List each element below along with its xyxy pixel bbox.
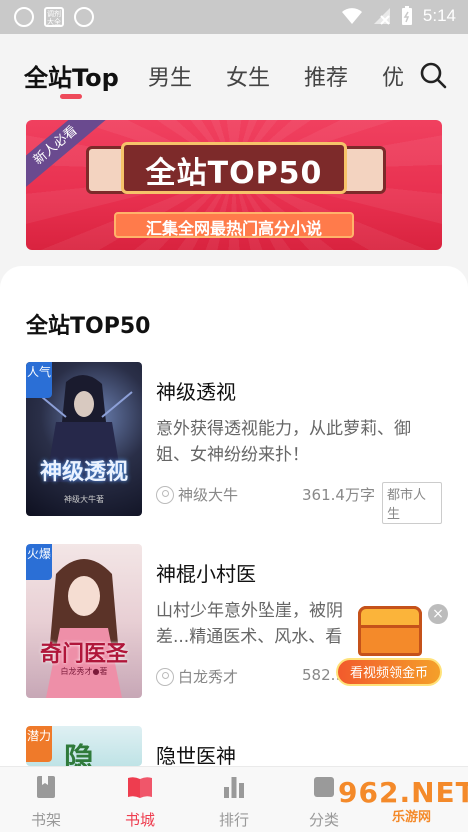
tab-more[interactable]: 优 [382,60,404,92]
bookstore-icon [128,777,152,798]
app-badge-icon: 调剂大全 [44,7,64,27]
book-title[interactable]: 神棍小村医 [156,558,256,587]
author-name: 神级大牛 [178,486,239,504]
close-ad-button[interactable]: × [428,604,448,624]
tab-female[interactable]: 女生 [226,60,270,92]
book-cover[interactable]: 神级透视 神级大牛著 人气 [26,362,142,516]
active-tab-indicator [60,94,82,99]
nav-bookstore[interactable]: 书城 [110,773,170,830]
app-notification-icon [14,7,34,27]
book-cover[interactable]: 奇门医圣 白龙秀才●著 火爆 [26,544,142,698]
status-bar: 调剂大全 5:14 [0,0,468,34]
bookshelf-icon [37,776,55,798]
cover-title: 神级透视 [39,460,128,485]
cover-author: 神级大牛著 [64,495,104,504]
watermark-text: 962.NET [338,776,468,809]
potential-tag: 潜力 [26,726,52,762]
section-title: 全站TOP50 [26,314,151,339]
book-item[interactable]: 神级透视 神级大牛著 人气 神级透视 意外获得透视能力，从此萝莉、御姐、女神纷纷… [26,362,442,524]
cover-author: 白龙秀才●著 [60,667,108,676]
top50-banner[interactable]: 新人必看 全站TOP50 汇集全网最热门高分小说 [26,120,442,250]
word-count: 361.4万字 [302,486,375,504]
nav-label: 书架 [30,811,61,829]
hot-tag: 人气 [26,362,52,398]
book-cover[interactable]: 隐 潜力 [26,726,142,766]
ranking-icon [224,777,244,798]
banner-subtitle: 汇集全网最热门高分小说 [145,219,322,238]
search-icon[interactable] [418,60,448,90]
author-name: 白龙秀才 [178,668,239,686]
tab-recommend[interactable]: 推荐 [304,60,348,92]
book-item[interactable]: 隐 潜力 隐世医神 [26,726,442,769]
user-icon [156,667,174,686]
cover-title: 隐 [64,742,94,766]
top-tabs: 全站Top 男生 女生 推荐 优 [0,34,468,114]
nav-label: 排行 [218,811,249,829]
treasure-chest-lid [358,606,422,628]
nav-ranking[interactable]: 排行 [204,773,264,830]
user-icon [156,485,174,504]
banner-title: 全站TOP50 [145,156,323,191]
nav-label: 书城 [124,811,155,829]
category-badge: 都市人生 [382,482,442,524]
hot-tag: 火爆 [26,544,52,580]
app-notification-icon [74,7,94,27]
book-title[interactable]: 神级透视 [156,376,236,405]
book-author: 神级大牛 [156,484,238,505]
wifi-icon [341,8,362,24]
ad-label[interactable]: 看视频领金币 [336,658,442,686]
book-description: 意外获得透视能力，从此萝莉、御姐、女神纷纷来扑！ [156,419,411,465]
clock: 5:14 [422,6,456,25]
watermark-subtext: 乐游网 [392,810,432,825]
tab-male[interactable]: 男生 [148,60,192,92]
signal-icon [373,8,390,25]
watermark-logo: 962.NET 乐游网 [330,776,468,825]
book-title[interactable]: 隐世医神 [156,740,236,769]
nav-bookshelf[interactable]: 书架 [16,773,76,830]
tab-all-top[interactable]: 全站Top [24,58,119,93]
cover-title: 奇门医圣 [39,642,128,667]
battery-icon [401,6,412,25]
content-card: 全站TOP50 神级透视 神级大牛著 人气 神级透视 意外获得透视能力，从此萝莉… [0,266,468,832]
book-author: 白龙秀才 [156,666,238,687]
